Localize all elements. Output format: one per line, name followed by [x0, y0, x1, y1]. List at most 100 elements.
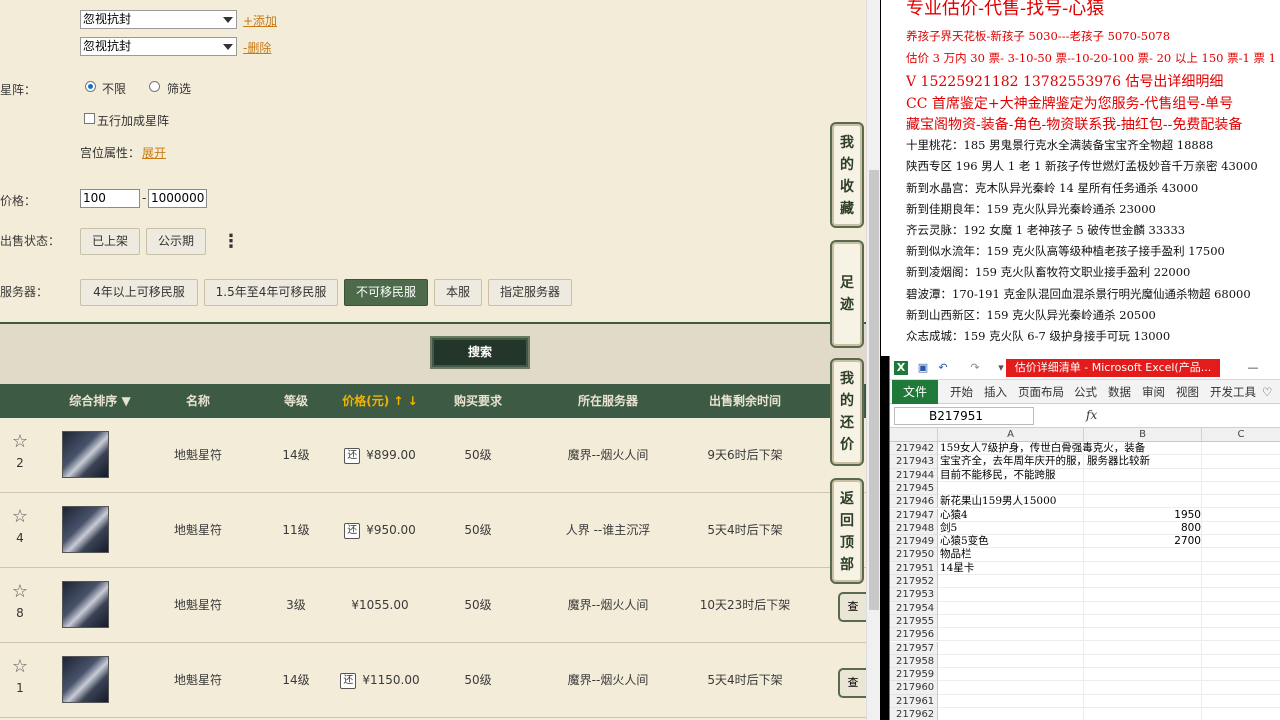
grid-cell[interactable] — [1202, 708, 1280, 720]
attribute-select-1[interactable]: 忽视抗封 — [80, 10, 237, 29]
spreadsheet-row[interactable]: 217955 — [890, 614, 1280, 629]
cell-b[interactable] — [1086, 615, 1201, 628]
cell-b[interactable] — [1086, 548, 1201, 561]
undo-icon[interactable]: ↶ — [936, 361, 950, 375]
grid-cell[interactable] — [1202, 668, 1280, 682]
server-specified-button[interactable]: 指定服务器 — [488, 279, 572, 306]
star-favorite-icon[interactable]: ☆ — [10, 432, 30, 452]
add-filter-link[interactable]: +添加 — [243, 12, 277, 29]
spreadsheet-row[interactable]: 217954 — [890, 601, 1280, 615]
price-sort-header[interactable]: 价格(元) ↑ ↓ — [330, 384, 430, 418]
tab-view[interactable]: 视图 — [1176, 380, 1199, 404]
row-number[interactable]: 217955 — [890, 614, 938, 629]
name-box[interactable]: B217951 — [894, 407, 1034, 425]
back-to-top-button[interactable]: 返回顶部 — [830, 478, 864, 584]
price-max-input[interactable]: 1000000 — [148, 189, 207, 208]
star-favorite-icon[interactable]: ☆ — [10, 507, 30, 527]
cell-b[interactable] — [1086, 562, 1201, 575]
spreadsheet-row[interactable]: 217960 — [890, 681, 1280, 695]
row-number[interactable]: 217950 — [890, 548, 938, 562]
spreadsheet-row[interactable]: 217961 — [890, 694, 1280, 708]
spreadsheet-row[interactable]: 217942 159女人7级护身，传世白骨强毒克火，装备 — [890, 442, 1280, 456]
grid-cell[interactable] — [1202, 642, 1280, 655]
server-this-button[interactable]: 本服 — [434, 279, 482, 306]
grid-cell[interactable] — [1202, 575, 1280, 589]
grid-cell[interactable] — [1202, 588, 1280, 602]
star-radio-filter[interactable] — [149, 81, 160, 92]
grid-cell[interactable] — [1202, 695, 1280, 708]
tab-data[interactable]: 数据 — [1108, 380, 1131, 404]
item-name[interactable]: 地魁星符 — [158, 418, 238, 493]
status-listed-button[interactable]: 已上架 — [80, 228, 140, 255]
row-number[interactable]: 217958 — [890, 654, 938, 669]
spreadsheet-row[interactable]: 217947 心猿4 1950 — [890, 508, 1280, 522]
cell-b[interactable] — [1086, 681, 1201, 694]
cell-b[interactable]: 2700 — [1086, 535, 1201, 548]
delete-filter-link[interactable]: -删除 — [243, 39, 271, 56]
item-thumbnail[interactable] — [62, 431, 109, 478]
cell-b[interactable] — [1086, 442, 1201, 455]
row-number[interactable]: 217956 — [890, 628, 938, 642]
palace-expand-link[interactable]: 展开 — [142, 144, 166, 161]
tab-home[interactable]: 开始 — [950, 380, 973, 404]
cell-b[interactable] — [1086, 655, 1201, 668]
row-number[interactable]: 217959 — [890, 668, 938, 682]
my-favorites-button[interactable]: 我的收藏 — [830, 122, 864, 228]
table-row[interactable]: ☆ 4 地魁星符 11级 还 ¥950.00 50级 人界 --谁主沉浮 5天4时… — [0, 493, 866, 568]
page-scrollbar[interactable] — [866, 0, 880, 720]
row-number[interactable]: 217962 — [890, 708, 938, 720]
grid-cell[interactable] — [1202, 628, 1280, 642]
row-number[interactable]: 217944 — [890, 468, 938, 482]
grid-cell[interactable] — [1202, 482, 1280, 496]
row-number[interactable]: 217948 — [890, 521, 938, 536]
server-1-5y-4y-migratable-button[interactable]: 1.5年至4年可移民服 — [204, 279, 338, 306]
row-number[interactable]: 217951 — [890, 561, 938, 575]
help-icon[interactable]: ♡ — [1262, 380, 1272, 404]
grid-cell[interactable] — [1202, 469, 1280, 482]
status-publicity-button[interactable]: 公示期 — [146, 228, 206, 255]
server-non-migratable-button[interactable]: 不可移民服 — [344, 279, 428, 306]
grid-cell[interactable] — [1202, 655, 1280, 669]
column-header-b[interactable]: B — [1084, 428, 1202, 442]
spreadsheet-row[interactable]: 217951 14星卡 — [890, 561, 1280, 575]
grid-cell[interactable] — [1202, 522, 1280, 536]
tab-developer[interactable]: 开发工具 — [1210, 380, 1256, 404]
view-button[interactable]: 查 — [838, 668, 866, 698]
cell-b[interactable] — [1086, 455, 1201, 468]
minimize-icon[interactable]: — — [1246, 361, 1260, 375]
cell-b[interactable]: 1950 — [1086, 509, 1201, 522]
row-number[interactable]: 217946 — [890, 495, 938, 509]
grid-cell[interactable] — [1202, 509, 1280, 522]
tab-formulas[interactable]: 公式 — [1074, 380, 1097, 404]
spreadsheet-row[interactable]: 217943 宝宝齐全，去年周年庆开的服，服务器比较新 — [890, 455, 1280, 469]
item-name[interactable]: 地魁星符 — [158, 643, 238, 718]
save-icon[interactable]: ▣ — [916, 361, 930, 375]
table-row[interactable]: ☆ 2 地魁星符 14级 还 ¥899.00 50级 魔界--烟火人间 9天6时后… — [0, 418, 866, 493]
grid-cell[interactable] — [1202, 495, 1280, 509]
grid-cell[interactable] — [1202, 681, 1280, 695]
spreadsheet-row[interactable]: 217945 — [890, 481, 1280, 496]
row-number[interactable]: 217943 — [890, 455, 938, 469]
row-number[interactable]: 217954 — [890, 601, 938, 615]
row-number[interactable]: 217947 — [890, 508, 938, 522]
my-bargain-button[interactable]: 我的还价 — [830, 358, 864, 466]
spreadsheet-row[interactable]: 217957 — [890, 641, 1280, 655]
cell-b[interactable] — [1086, 708, 1201, 720]
row-number[interactable]: 217960 — [890, 681, 938, 695]
cell-b[interactable] — [1086, 628, 1201, 641]
tab-insert[interactable]: 插入 — [984, 380, 1007, 404]
item-thumbnail[interactable] — [62, 656, 109, 703]
footprint-button[interactable]: 足迹 — [830, 240, 864, 348]
table-row[interactable]: ☆ 8 地魁星符 3级 ¥1055.00 50级 魔界--烟火人间 10天23时… — [0, 568, 866, 643]
cell-b[interactable] — [1086, 495, 1201, 508]
row-number[interactable]: 217952 — [890, 575, 938, 589]
column-header-a[interactable]: A — [938, 428, 1084, 442]
row-number[interactable]: 217942 — [890, 442, 938, 456]
spreadsheet-row[interactable]: 217950 物品栏 — [890, 548, 1280, 562]
row-number[interactable]: 217949 — [890, 535, 938, 549]
cell-b[interactable] — [1086, 668, 1201, 681]
redo-icon[interactable]: ↷ — [968, 361, 982, 375]
spreadsheet-row[interactable]: 217953 — [890, 588, 1280, 602]
function-icon[interactable]: fx — [1086, 408, 1097, 422]
cell-b[interactable]: 800 — [1086, 522, 1201, 535]
